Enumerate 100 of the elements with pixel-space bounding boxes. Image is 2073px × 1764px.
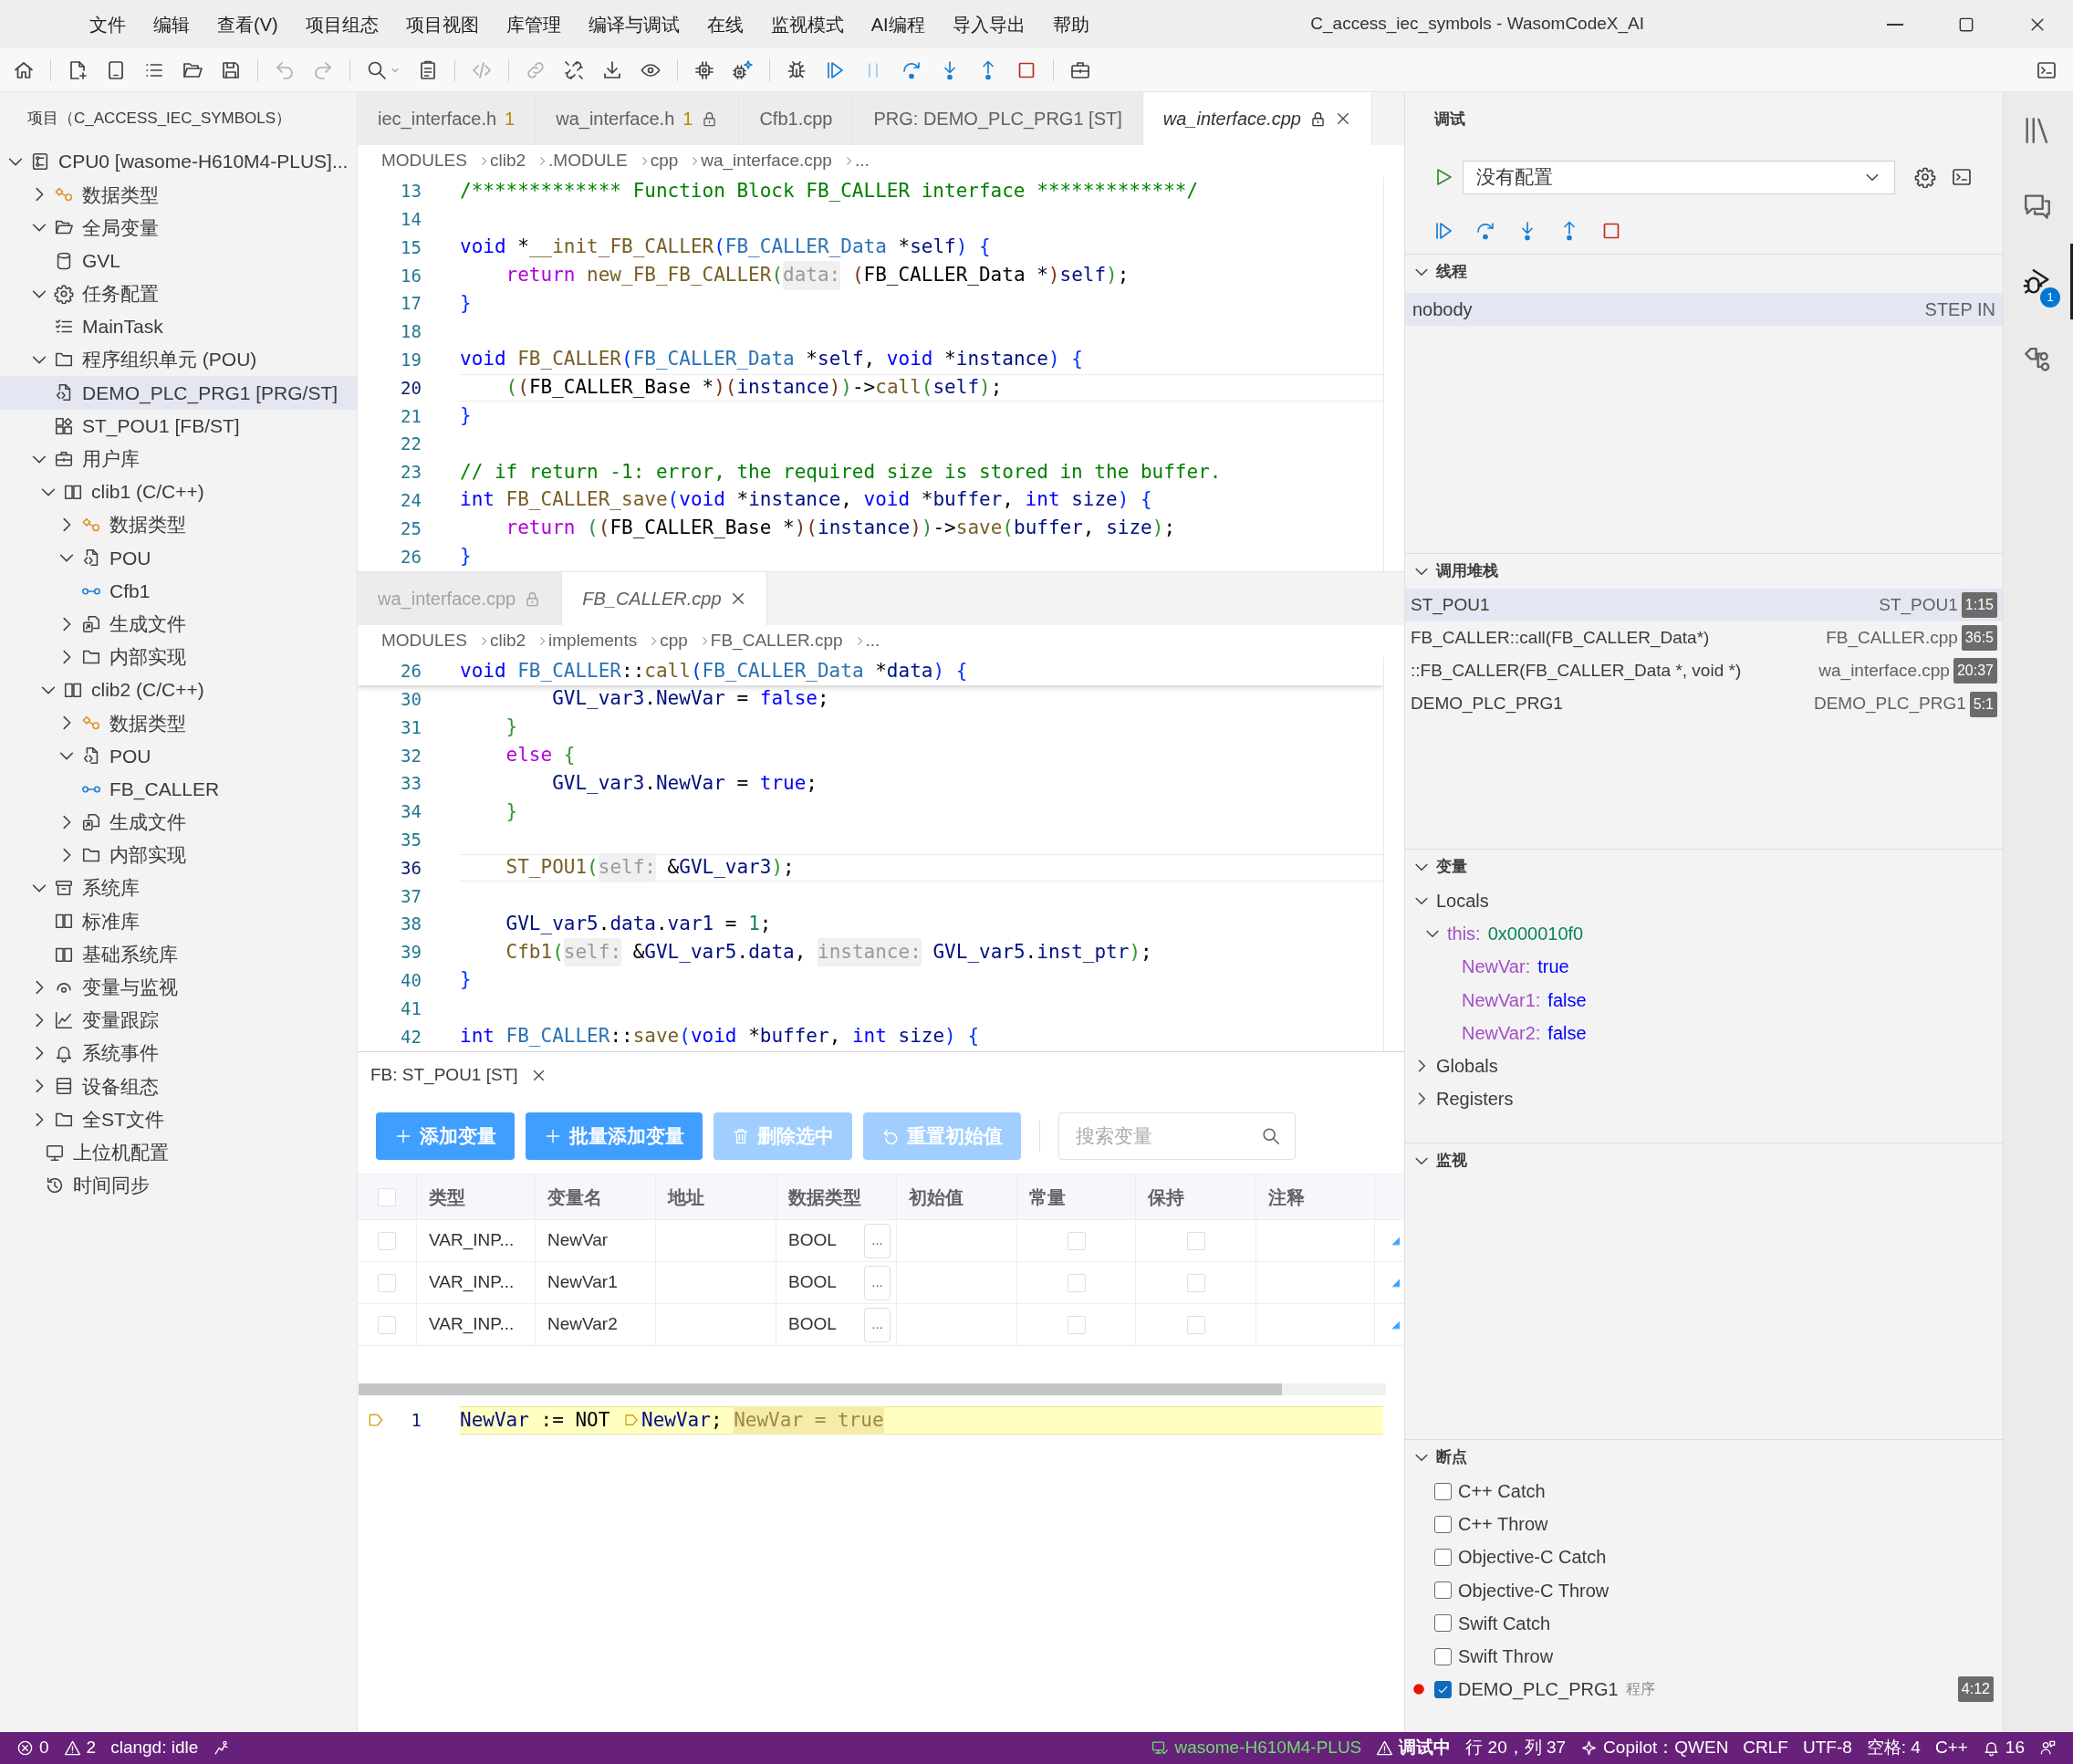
triangle-icon[interactable] (1391, 1236, 1401, 1246)
breadcrumb-item[interactable]: .MODULE (548, 148, 628, 174)
status-item[interactable]: 行 20，列 37 (1458, 1732, 1574, 1764)
run-debug-button[interactable]: 1 (2004, 244, 2073, 319)
tree-item[interactable]: 生成文件 (0, 805, 357, 839)
tree-item[interactable]: POU (0, 739, 357, 773)
section-header[interactable]: 调用堆栈 (1405, 554, 1498, 589)
tree-item[interactable]: 标准库 (0, 904, 357, 938)
status-item[interactable]: C++ (1927, 1732, 1975, 1764)
section-header[interactable]: 监视 (1405, 1143, 1467, 1178)
section-header[interactable]: 变量 (1405, 850, 1467, 884)
breadcrumb-item[interactable]: cpp (650, 148, 679, 174)
breakpoint-checkbox[interactable] (1434, 1482, 1452, 1500)
status-item[interactable]: 0 (9, 1732, 57, 1764)
tree-item[interactable]: 内部实现 (0, 640, 357, 673)
ellipsis-button[interactable]: ... (864, 1307, 891, 1342)
tree-item[interactable]: 数据类型 (0, 508, 357, 542)
menu-item[interactable]: 在线 (693, 6, 756, 42)
breadcrumb-item[interactable]: ... (865, 628, 880, 654)
menu-item[interactable]: 文件 (77, 6, 139, 42)
scope-item[interactable]: Locals (1436, 887, 1489, 915)
section-header[interactable]: 断点 (1405, 1440, 1467, 1475)
breadcrumb-item[interactable]: MODULES (381, 628, 467, 654)
menu-item[interactable]: 项目视图 (392, 6, 492, 42)
retain-checkbox[interactable] (1186, 1231, 1205, 1250)
constant-checkbox[interactable] (1067, 1273, 1086, 1292)
retain-checkbox[interactable] (1186, 1315, 1205, 1334)
tree-item[interactable]: clib2 (C/C++) (0, 673, 357, 707)
breakpoint-checkbox[interactable] (1434, 1680, 1452, 1698)
row-checkbox[interactable] (378, 1273, 396, 1292)
tree-item[interactable]: FB_CALLER (0, 772, 357, 806)
editor-tab[interactable]: wa_interface.h 1 (536, 92, 740, 145)
stack-frame[interactable]: ::FB_CALLER(FB_CALLER_Data *, void *) wa_interface.cpp 20:37 (1405, 654, 2003, 688)
breadcrumb-item[interactable]: ... (854, 148, 870, 174)
breakpoint-checkbox[interactable] (1434, 1515, 1452, 1533)
ellipsis-button[interactable]: ... (864, 1265, 891, 1300)
menu-item[interactable]: 编辑 (141, 6, 203, 42)
tree-item[interactable]: MainTask (0, 309, 357, 344)
panel-tab[interactable]: FB: ST_POU1 [ST] (370, 1062, 547, 1089)
constant-checkbox[interactable] (1067, 1231, 1086, 1250)
breakpoint-checkbox[interactable] (1434, 1581, 1452, 1600)
tree-item[interactable]: Cfb1 (0, 574, 357, 608)
tree-item[interactable]: clib1 (C/C++) (0, 475, 357, 509)
breadcrumb-item[interactable]: cpp (660, 628, 688, 654)
editor-tab[interactable]: wa_interface.cpp (1142, 92, 1372, 145)
status-item[interactable]: 2 (56, 1732, 104, 1764)
menu-item[interactable]: 项目组态 (292, 6, 391, 42)
editor-tab[interactable]: iec_interface.h 1 (358, 92, 536, 145)
tree-item[interactable]: DEMO_PLC_PRG1 [PRG/ST] (0, 376, 357, 410)
status-item[interactable]: 调试中 (1369, 1732, 1459, 1764)
ellipsis-button[interactable]: ... (864, 1223, 891, 1258)
breakpoint-checkbox[interactable] (1434, 1548, 1452, 1566)
tree-item[interactable]: CPU0 [wasome-H610M4-PLUS]... (0, 145, 357, 179)
thread-item[interactable]: nobody STEP IN (1405, 293, 2003, 326)
stack-frame[interactable]: DEMO_PLC_PRG1 DEMO_PLC_PRG1 5:1 (1405, 687, 2003, 721)
tree-item[interactable]: GVL (0, 244, 357, 277)
breakpoint-checkbox[interactable] (1434, 1647, 1452, 1665)
tree-item[interactable]: 内部实现 (0, 838, 357, 872)
menu-item[interactable]: 查看(V) (204, 6, 291, 42)
breadcrumb-item[interactable]: MODULES (381, 148, 467, 174)
menu-item[interactable]: 帮助 (1039, 6, 1102, 42)
breadcrumb-item[interactable]: wa_interface.cpp (701, 148, 832, 174)
constant-checkbox[interactable] (1067, 1315, 1086, 1334)
tree-item[interactable]: 程序组织单元 (POU) (0, 343, 357, 377)
status-item[interactable]: 16 (1974, 1732, 2032, 1764)
editor-tab[interactable]: FB_CALLER.cpp (562, 572, 767, 625)
menu-item[interactable]: AI编程 (858, 6, 938, 42)
breadcrumb-item[interactable]: clib2 (489, 148, 526, 174)
menu-item[interactable]: 监视模式 (757, 6, 857, 42)
triangle-icon[interactable] (1391, 1320, 1401, 1330)
status-item[interactable]: UTF-8 (1796, 1732, 1859, 1764)
tree-item[interactable]: 全ST文件 (0, 1102, 357, 1136)
editor-tab[interactable]: Cfb1.cpp (739, 92, 854, 145)
breadcrumb-item[interactable]: clib2 (489, 628, 526, 654)
retain-checkbox[interactable] (1186, 1273, 1205, 1292)
tree-item[interactable]: 基础系统库 (0, 937, 357, 971)
tree-item[interactable]: 用户库 (0, 442, 357, 475)
editor-tab[interactable]: PRG: DEMO_PLC_PRG1 [ST] (853, 92, 1143, 145)
breakpoint-checkbox[interactable] (1434, 1614, 1452, 1633)
row-checkbox[interactable] (378, 1231, 396, 1250)
tree-item[interactable]: 变量跟踪 (0, 1003, 357, 1038)
scope-item[interactable]: Registers (1436, 1085, 1514, 1113)
tree-item[interactable]: ST_POU1 [FB/ST] (0, 409, 357, 443)
status-item[interactable]: CRLF (1735, 1732, 1796, 1764)
tree-item[interactable]: 生成文件 (0, 607, 357, 641)
search-field[interactable]: 搜索变量 (1058, 1112, 1296, 1160)
breadcrumb-item[interactable]: FB_CALLER.cpp (710, 628, 843, 654)
stack-frame[interactable]: FB_CALLER::call(FB_CALLER_Data*) FB_CALLER.cpp 36:5 (1405, 621, 2003, 655)
breadcrumb-item[interactable]: implements (548, 628, 638, 654)
status-item[interactable]: 空格: 4 (1859, 1732, 1928, 1764)
section-header[interactable]: 线程 (1405, 255, 1467, 289)
stack-frame[interactable]: ST_POU1 ST_POU1 1:15 (1405, 589, 2003, 622)
tree-item[interactable]: 全局变量 (0, 211, 357, 245)
tree-item[interactable]: POU (0, 541, 357, 575)
status-item[interactable]: Copilot：QWEN (1573, 1732, 1736, 1764)
tree-item[interactable]: 任务配置 (0, 277, 357, 310)
select-all-checkbox[interactable] (378, 1187, 396, 1206)
tree-item[interactable]: 时间同步 (0, 1168, 357, 1202)
tree-item[interactable]: 系统库 (0, 872, 357, 905)
configuration-dropdown[interactable]: 没有配置 (1463, 160, 1895, 194)
